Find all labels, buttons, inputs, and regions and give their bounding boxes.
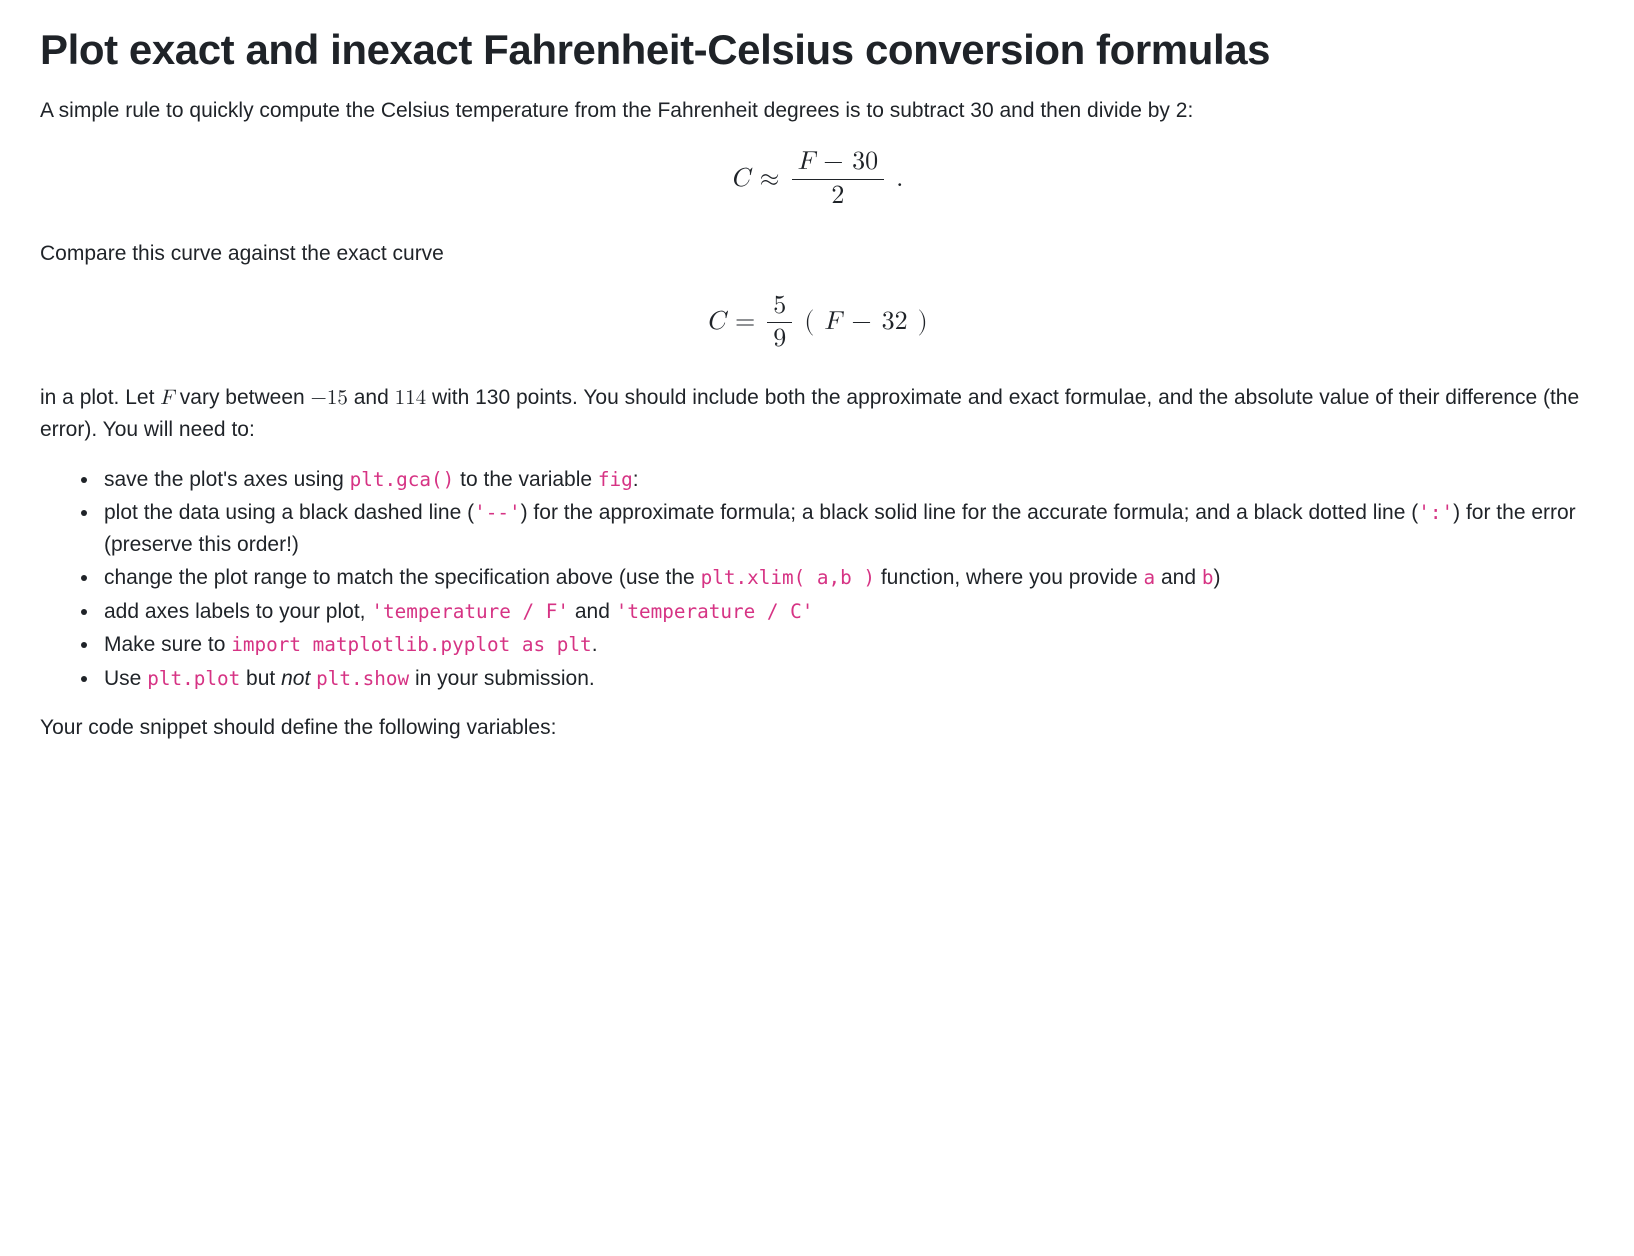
compare-paragraph: Compare this curve against the exact cur… [40,238,1594,270]
list-item: change the plot range to match the speci… [100,562,1594,594]
eq2-var: F [824,303,841,342]
equation-exact: C = 5 9 ( F − 32) [40,292,1594,354]
list-item: Use plt.plot but not plt.show in your su… [100,663,1594,695]
intro-paragraph: A simple rule to quickly compute the Cel… [40,95,1594,127]
text-fragment: plot the data using a black dashed line … [104,501,474,524]
instruction-list: save the plot's axes using plt.gca() to … [40,464,1594,695]
code-dotted: ':' [1418,501,1453,524]
eq1-num-right: 30 [852,149,878,175]
text-fragment: vary between [174,386,311,409]
text-fragment: function, where you provide [875,566,1144,589]
text-fragment: in a plot. Let [40,386,160,409]
text-fragment: ) for the approximate formula; a black s… [521,501,1419,524]
eq2-minus: − [851,303,871,342]
text-fragment: and [569,600,616,623]
eq1-rel: ≈ [759,160,779,199]
text-fragment: and [348,386,395,409]
list-item: save the plot's axes using plt.gca() to … [100,464,1594,496]
list-item: add axes labels to your plot, 'temperatu… [100,596,1594,628]
eq1-num-var: F [798,149,815,175]
instruction-paragraph: in a plot. Let F vary between −15 and 11… [40,382,1594,446]
code-dashed: '--' [474,501,521,524]
eq2-open: ( [804,303,814,342]
code-ylabel: 'temperature / C' [616,600,814,623]
text-fragment: : [633,468,639,491]
code-xlabel: 'temperature / F' [371,600,569,623]
text-fragment: change the plot range to match the speci… [104,566,701,589]
inline-114: 114 [395,388,427,409]
text-fragment: Make sure to [104,633,231,656]
list-item: Make sure to import matplotlib.pyplot as… [100,629,1594,661]
text-fragment: . [592,633,598,656]
text-fragment: but [240,667,281,690]
list-item: plot the data using a black dashed line … [100,497,1594,560]
code-fig: fig [598,468,633,491]
code-plt-plot: plt.plot [147,667,240,690]
code-import: import matplotlib.pyplot as plt [231,633,591,656]
equation-approx: C ≈ F − 30 2 . [40,148,1594,210]
eq1-lhs: C [731,160,750,199]
eq2-frac-den: 9 [767,323,792,354]
closing-paragraph: Your code snippet should define the foll… [40,712,1594,744]
page-title: Plot exact and inexact Fahrenheit-Celsiu… [40,24,1594,77]
text-fragment: ) [1213,566,1220,589]
text-fragment: save the plot's axes using [104,468,350,491]
code-xlim: plt.xlim( a,b ) [701,566,875,589]
eq2-frac-num: 5 [767,292,792,323]
eq1-fraction: F − 30 2 [792,148,885,210]
code-a: a [1143,566,1155,589]
eq2-lhs: C [706,303,725,342]
text-fragment: Use [104,667,147,690]
eq1-num-minus: − [823,149,843,175]
inline-neg15: −15 [311,388,348,409]
eq2-fraction: 5 9 [767,292,792,354]
eq1-trail: . [896,160,903,199]
code-b: b [1202,566,1214,589]
document-body: Plot exact and inexact Fahrenheit-Celsiu… [0,0,1634,798]
text-fragment: to the variable [454,468,598,491]
inline-F: F [160,388,174,409]
code-plt-show: plt.show [316,667,409,690]
eq2-close: ) [918,303,928,342]
text-fragment: and [1155,566,1202,589]
eq2-rel: = [735,303,755,342]
eq1-den: 2 [825,180,850,211]
text-fragment: add axes labels to your plot, [104,600,371,623]
code-plt-gca: plt.gca() [350,468,455,491]
eq2-num: 32 [882,303,908,342]
emphasis-not: not [281,667,310,690]
text-fragment: in your submission. [409,667,595,690]
